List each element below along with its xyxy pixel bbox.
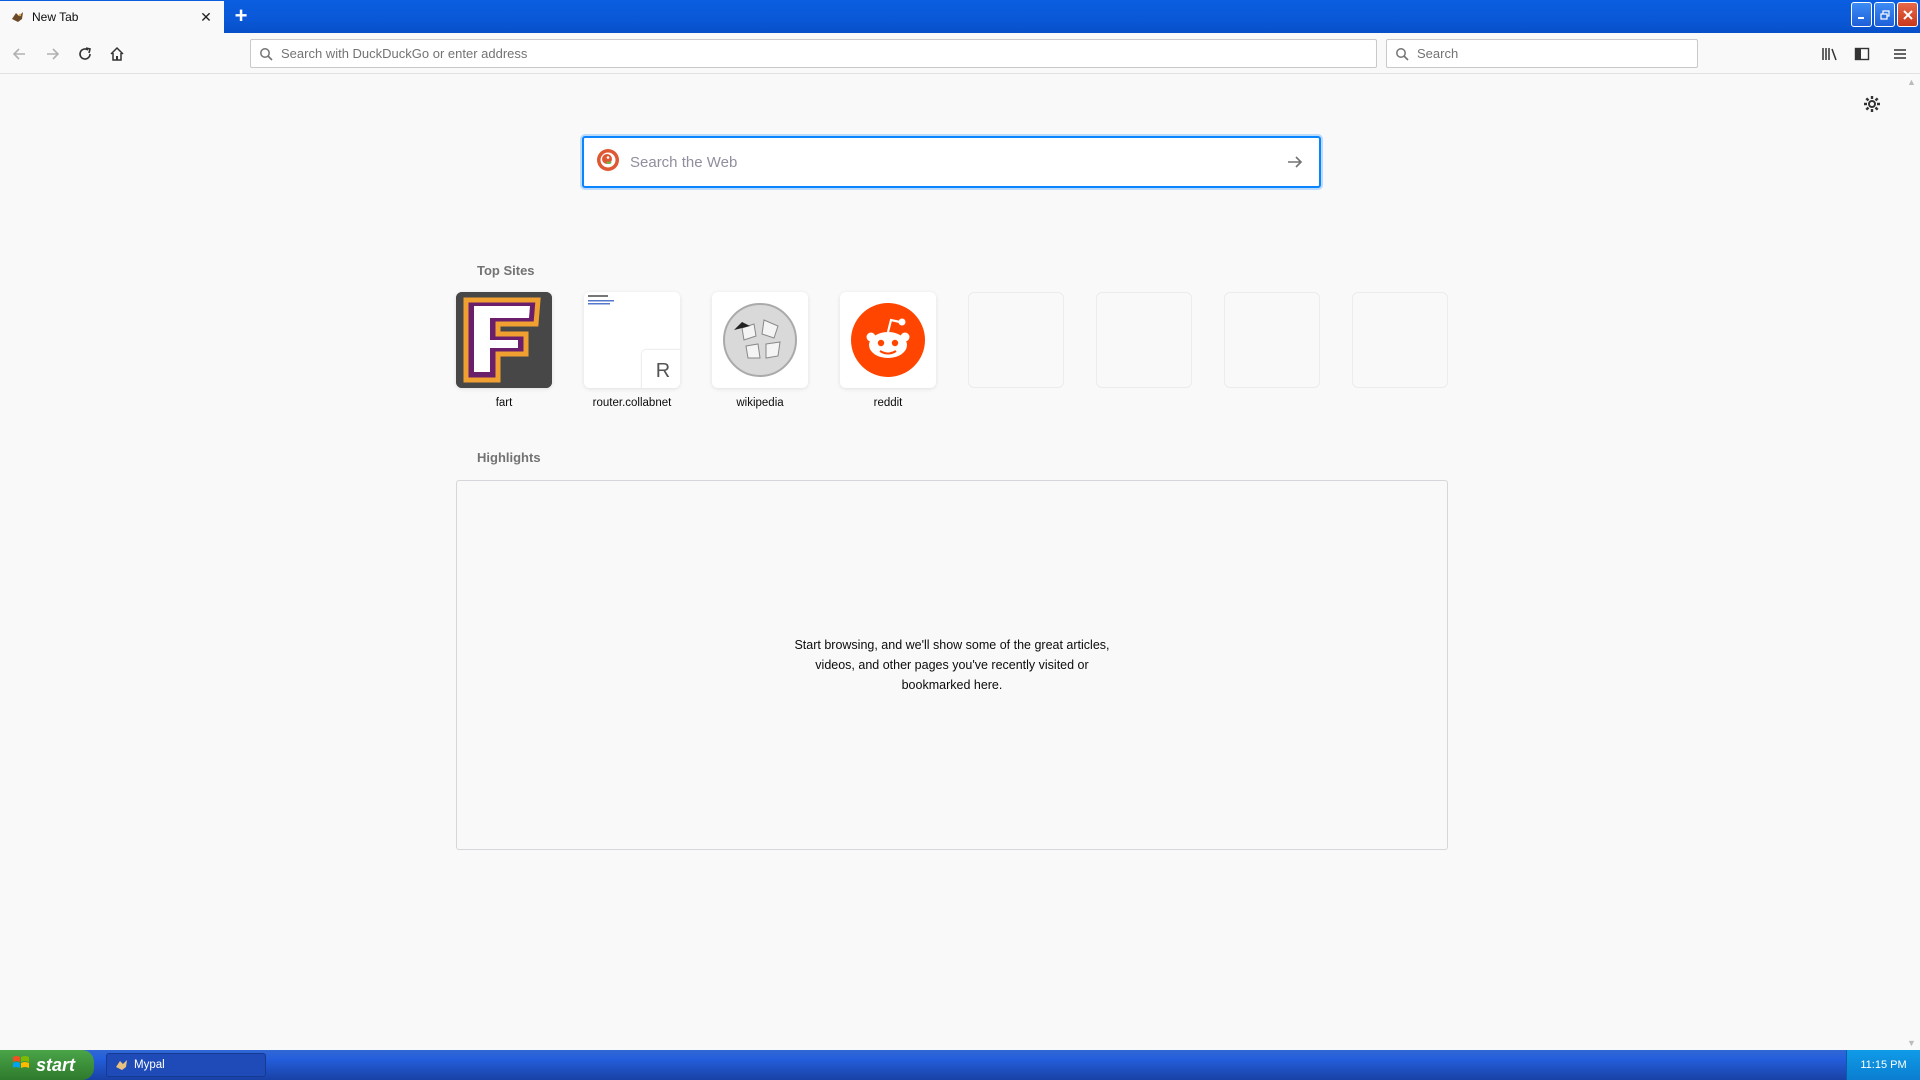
mypal-icon xyxy=(10,9,26,25)
highlights-empty-state: Start browsing, and we'll show some of t… xyxy=(456,480,1448,850)
back-button[interactable] xyxy=(6,40,34,68)
restore-button[interactable] xyxy=(1874,2,1895,27)
empty-tile xyxy=(1352,292,1448,388)
top-site-router-collabnet[interactable]: R router.collabnet xyxy=(584,292,680,409)
hamburger-menu-icon xyxy=(1894,49,1906,59)
new-tab-page: Top Sites fart R router.collabnet wikipe… xyxy=(0,75,1904,1050)
system-tray-clock: 11:15 PM xyxy=(1846,1050,1920,1080)
window-controls xyxy=(1851,2,1918,27)
highlights-heading: Highlights xyxy=(477,450,541,465)
search-bar[interactable] xyxy=(1386,39,1698,68)
search-icon xyxy=(1396,47,1409,61)
page-scrollbar[interactable]: ▲ ▼ xyxy=(1904,75,1920,1050)
home-icon xyxy=(110,46,124,61)
navigation-toolbar xyxy=(0,33,1920,74)
tab-new-tab[interactable]: New Tab ✕ xyxy=(0,1,224,33)
scroll-down-arrow-icon[interactable]: ▼ xyxy=(1907,1038,1916,1048)
top-site-reddit[interactable]: reddit xyxy=(840,292,936,409)
forward-button[interactable] xyxy=(38,40,66,68)
title-bar: New Tab ✕ + xyxy=(0,0,1920,33)
scroll-up-arrow-icon[interactable]: ▲ xyxy=(1907,77,1916,87)
start-button[interactable]: start xyxy=(0,1050,94,1080)
web-search-box[interactable] xyxy=(582,136,1321,188)
top-site-fart[interactable]: fart xyxy=(456,292,552,409)
top-site-empty xyxy=(1224,292,1320,409)
tab-title: New Tab xyxy=(32,10,79,24)
top-sites-heading: Top Sites xyxy=(477,263,535,278)
reload-button[interactable] xyxy=(71,40,99,68)
home-button[interactable] xyxy=(103,40,131,68)
top-site-label: wikipedia xyxy=(736,397,784,409)
sidebar-icon xyxy=(1854,47,1870,61)
empty-tile xyxy=(968,292,1064,388)
address-bar[interactable] xyxy=(250,39,1377,68)
settings-gear-icon[interactable] xyxy=(1862,94,1882,114)
web-search-input[interactable] xyxy=(630,153,1271,171)
top-site-label: fart xyxy=(495,397,513,409)
start-label: start xyxy=(36,1054,76,1075)
search-submit-arrow-icon[interactable] xyxy=(1271,138,1319,186)
search-input[interactable] xyxy=(1417,46,1697,61)
address-input[interactable] xyxy=(281,46,1376,61)
router-page-thumbnail: R xyxy=(584,292,680,388)
top-site-wikipedia[interactable]: wikipedia xyxy=(712,292,808,409)
empty-tile xyxy=(1096,292,1192,388)
empty-tile xyxy=(1224,292,1320,388)
minimize-button[interactable] xyxy=(1851,2,1872,27)
highlights-message: Start browsing, and we'll show some of t… xyxy=(794,638,1110,692)
menu-button[interactable] xyxy=(1886,40,1914,68)
library-icon xyxy=(1822,48,1837,61)
new-tab-button[interactable]: + xyxy=(228,3,254,29)
back-arrow-icon xyxy=(12,48,25,60)
windows-taskbar: start Mypal 11:15 PM xyxy=(0,1050,1920,1080)
mypal-icon xyxy=(115,1058,129,1072)
top-sites-grid: fart R router.collabnet wikipedia reddit xyxy=(456,292,1448,409)
router-letter-badge: R xyxy=(642,350,680,388)
top-site-empty xyxy=(1352,292,1448,409)
fart-logo-icon xyxy=(456,292,552,388)
taskbar-item-label: Mypal xyxy=(134,1059,165,1071)
sidebar-button[interactable] xyxy=(1848,40,1876,68)
duckduckgo-icon xyxy=(596,148,620,177)
close-window-button[interactable] xyxy=(1897,2,1918,27)
taskbar-item-mypal[interactable]: Mypal xyxy=(106,1053,266,1077)
wikipedia-globe-icon xyxy=(712,292,808,388)
search-icon xyxy=(260,47,273,61)
top-site-empty xyxy=(968,292,1064,409)
reload-icon xyxy=(79,47,91,60)
forward-arrow-icon xyxy=(47,48,60,60)
windows-flag-icon xyxy=(12,1055,30,1076)
close-tab-icon[interactable]: ✕ xyxy=(194,5,218,29)
top-site-label: router.collabnet xyxy=(592,397,672,409)
reddit-alien-icon xyxy=(840,292,936,388)
top-site-label: reddit xyxy=(873,397,903,409)
library-button[interactable] xyxy=(1816,40,1844,68)
top-site-empty xyxy=(1096,292,1192,409)
